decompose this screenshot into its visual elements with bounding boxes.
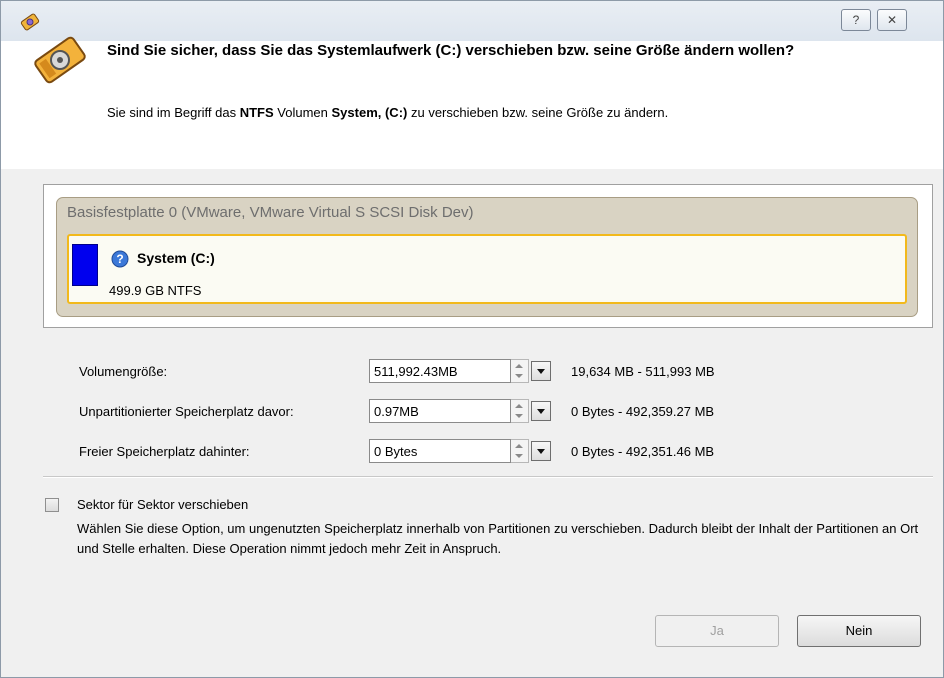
svg-text:?: ? bbox=[116, 252, 123, 266]
sector-by-sector-description: Wählen Sie diese Option, um ungenutzten … bbox=[77, 521, 919, 556]
volume-size-range: 19,634 MB - 511,993 MB bbox=[571, 364, 715, 379]
subtitle-suffix: zu verschieben bzw. seine Größe zu änder… bbox=[407, 105, 669, 120]
partition-name: System (C:) bbox=[137, 250, 215, 266]
close-button[interactable]: ✕ bbox=[877, 9, 907, 31]
space-before-input[interactable] bbox=[369, 399, 511, 423]
app-icon bbox=[20, 13, 40, 31]
partition-system[interactable]: ? System (C:) 499.9 GB NTFS bbox=[67, 234, 907, 304]
volume-size-input[interactable] bbox=[369, 359, 511, 383]
partition-usage-bar bbox=[72, 244, 98, 286]
yes-button[interactable]: Ja bbox=[655, 615, 779, 647]
space-before-unit-dropdown[interactable] bbox=[531, 401, 551, 421]
sector-by-sector-checkbox[interactable] bbox=[45, 498, 59, 512]
space-before-updown[interactable] bbox=[511, 399, 529, 423]
subtitle-filesystem: NTFS bbox=[239, 105, 274, 120]
subtitle-prefix: Sie sind im Begriff das bbox=[107, 105, 240, 120]
sector-by-sector-label[interactable]: Sektor für Sektor verschieben bbox=[77, 497, 248, 512]
space-after-spinner bbox=[369, 439, 553, 463]
disk-panel: Basisfestplatte 0 (VMware, VMware Virtua… bbox=[56, 197, 918, 317]
space-after-updown[interactable] bbox=[511, 439, 529, 463]
volume-size-spinner bbox=[369, 359, 553, 383]
subtitle-volume: System, (C:) bbox=[331, 105, 408, 120]
partition-size: 499.9 GB NTFS bbox=[109, 283, 202, 298]
dialog-window: ? ✕ Sind Sie sicher, dass Sie das System… bbox=[0, 0, 944, 678]
volume-size-updown[interactable] bbox=[511, 359, 529, 383]
disk-map-container: Basisfestplatte 0 (VMware, VMware Virtua… bbox=[43, 184, 933, 328]
space-before-label: Unpartitionierter Speicherplatz davor: bbox=[79, 404, 294, 419]
space-before-range: 0 Bytes - 492,359.27 MB bbox=[571, 404, 715, 419]
space-before-spinner bbox=[369, 399, 553, 423]
space-after-label: Freier Speicherplatz dahinter: bbox=[79, 444, 250, 459]
question-icon: ? bbox=[111, 250, 129, 268]
disk-title: Basisfestplatte 0 (VMware, VMware Virtua… bbox=[67, 204, 474, 221]
help-button[interactable]: ? bbox=[841, 9, 871, 31]
title-bar[interactable]: ? ✕ bbox=[1, 1, 943, 41]
space-after-input[interactable] bbox=[369, 439, 511, 463]
disk-resize-icon bbox=[34, 36, 86, 84]
dialog-subtitle: Sie sind im Begriff das NTFS Volumen Sys… bbox=[107, 105, 668, 120]
dialog-question: Sind Sie sicher, dass Sie das Systemlauf… bbox=[107, 42, 795, 59]
no-button[interactable]: Nein bbox=[797, 615, 921, 647]
space-after-unit-dropdown[interactable] bbox=[531, 441, 551, 461]
separator bbox=[43, 476, 933, 478]
subtitle-mid: Volumen bbox=[273, 105, 332, 120]
volume-size-unit-dropdown[interactable] bbox=[531, 361, 551, 381]
space-after-range: 0 Bytes - 492,351.46 MB bbox=[571, 444, 715, 459]
volume-size-label: Volumengröße: bbox=[79, 364, 168, 379]
